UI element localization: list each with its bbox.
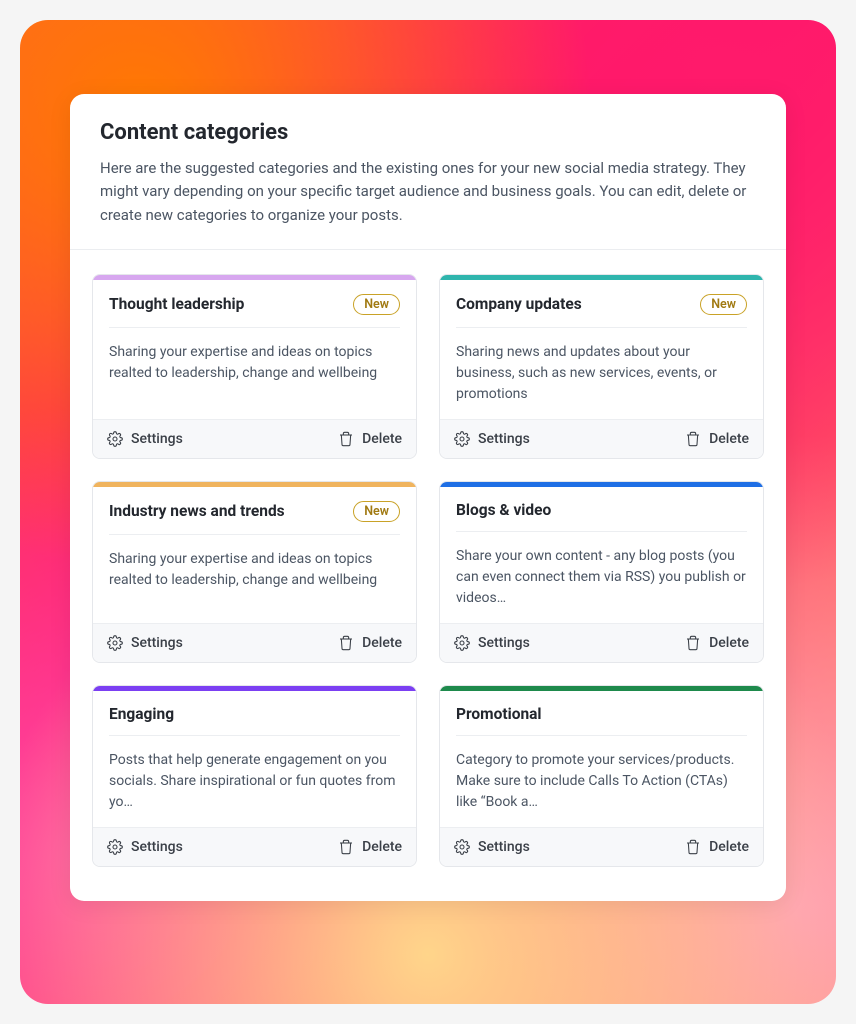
settings-label: Settings [131,839,183,855]
settings-button[interactable]: Settings [107,635,183,651]
settings-button[interactable]: Settings [107,431,183,447]
panel-description: Here are the suggested categories and th… [100,157,756,227]
category-card: Engaging Posts that help generate engagem… [92,685,417,867]
settings-button[interactable]: Settings [454,635,530,651]
trash-icon [338,431,354,447]
settings-button[interactable]: Settings [107,839,183,855]
category-card: Blogs & video Share your own content - an… [439,481,764,663]
card-footer: Settings Delete [93,419,416,458]
card-title: Blogs & video [456,501,551,519]
card-description: Category to promote your services/produc… [456,750,747,813]
gradient-background: Content categories Here are the suggeste… [20,20,836,1004]
gear-icon [454,431,470,447]
trash-icon [685,635,701,651]
content-categories-panel: Content categories Here are the suggeste… [70,94,786,901]
settings-label: Settings [478,839,530,855]
delete-label: Delete [362,635,402,651]
category-card: Industry news and trends New Sharing your … [92,481,417,663]
delete-button[interactable]: Delete [338,839,402,855]
card-title-row: Thought leadership New [109,294,400,328]
card-title-row: Promotional [456,705,747,736]
card-body: Company updates New Sharing news and updat… [440,280,763,419]
card-title-row: Engaging [109,705,400,736]
delete-label: Delete [709,839,749,855]
card-title: Thought leadership [109,295,244,313]
card-title-row: Company updates New [456,294,747,328]
settings-button[interactable]: Settings [454,431,530,447]
trash-icon [685,839,701,855]
gear-icon [107,635,123,651]
card-title-row: Blogs & video [456,501,747,532]
delete-button[interactable]: Delete [338,635,402,651]
cards-grid: Thought leadership New Sharing your expert… [70,250,786,901]
trash-icon [338,635,354,651]
panel-header: Content categories Here are the suggeste… [70,94,786,250]
settings-label: Settings [478,635,530,651]
gear-icon [107,839,123,855]
settings-label: Settings [478,431,530,447]
trash-icon [338,839,354,855]
new-badge: New [700,294,747,315]
gear-icon [454,635,470,651]
category-card: Company updates New Sharing news and updat… [439,274,764,459]
delete-label: Delete [709,635,749,651]
card-title: Industry news and trends [109,502,285,520]
card-body: Engaging Posts that help generate engagem… [93,691,416,827]
card-description: Sharing your expertise and ideas on topi… [109,549,400,591]
settings-label: Settings [131,431,183,447]
new-badge: New [353,501,400,522]
card-description: Share your own content - any blog posts … [456,546,747,609]
delete-label: Delete [362,431,402,447]
trash-icon [685,431,701,447]
card-footer: Settings Delete [93,623,416,662]
category-card: Promotional Category to promote your serv… [439,685,764,867]
delete-button[interactable]: Delete [685,431,749,447]
delete-button[interactable]: Delete [685,635,749,651]
card-body: Promotional Category to promote your serv… [440,691,763,827]
card-footer: Settings Delete [440,623,763,662]
category-card: Thought leadership New Sharing your expert… [92,274,417,459]
card-description: Sharing news and updates about your busi… [456,342,747,405]
card-footer: Settings Delete [440,419,763,458]
card-description: Sharing your expertise and ideas on topi… [109,342,400,384]
card-body: Industry news and trends New Sharing your … [93,487,416,623]
panel-title: Content categories [100,120,756,145]
card-body: Blogs & video Share your own content - an… [440,487,763,623]
card-title: Company updates [456,295,582,313]
card-footer: Settings Delete [440,827,763,866]
new-badge: New [353,294,400,315]
card-body: Thought leadership New Sharing your expert… [93,280,416,419]
card-description: Posts that help generate engagement on y… [109,750,400,813]
delete-button[interactable]: Delete [685,839,749,855]
card-title-row: Industry news and trends New [109,501,400,535]
gear-icon [107,431,123,447]
card-title: Engaging [109,705,174,723]
settings-label: Settings [131,635,183,651]
delete-button[interactable]: Delete [338,431,402,447]
gear-icon [454,839,470,855]
delete-label: Delete [709,431,749,447]
card-title: Promotional [456,705,542,723]
delete-label: Delete [362,839,402,855]
settings-button[interactable]: Settings [454,839,530,855]
card-footer: Settings Delete [93,827,416,866]
